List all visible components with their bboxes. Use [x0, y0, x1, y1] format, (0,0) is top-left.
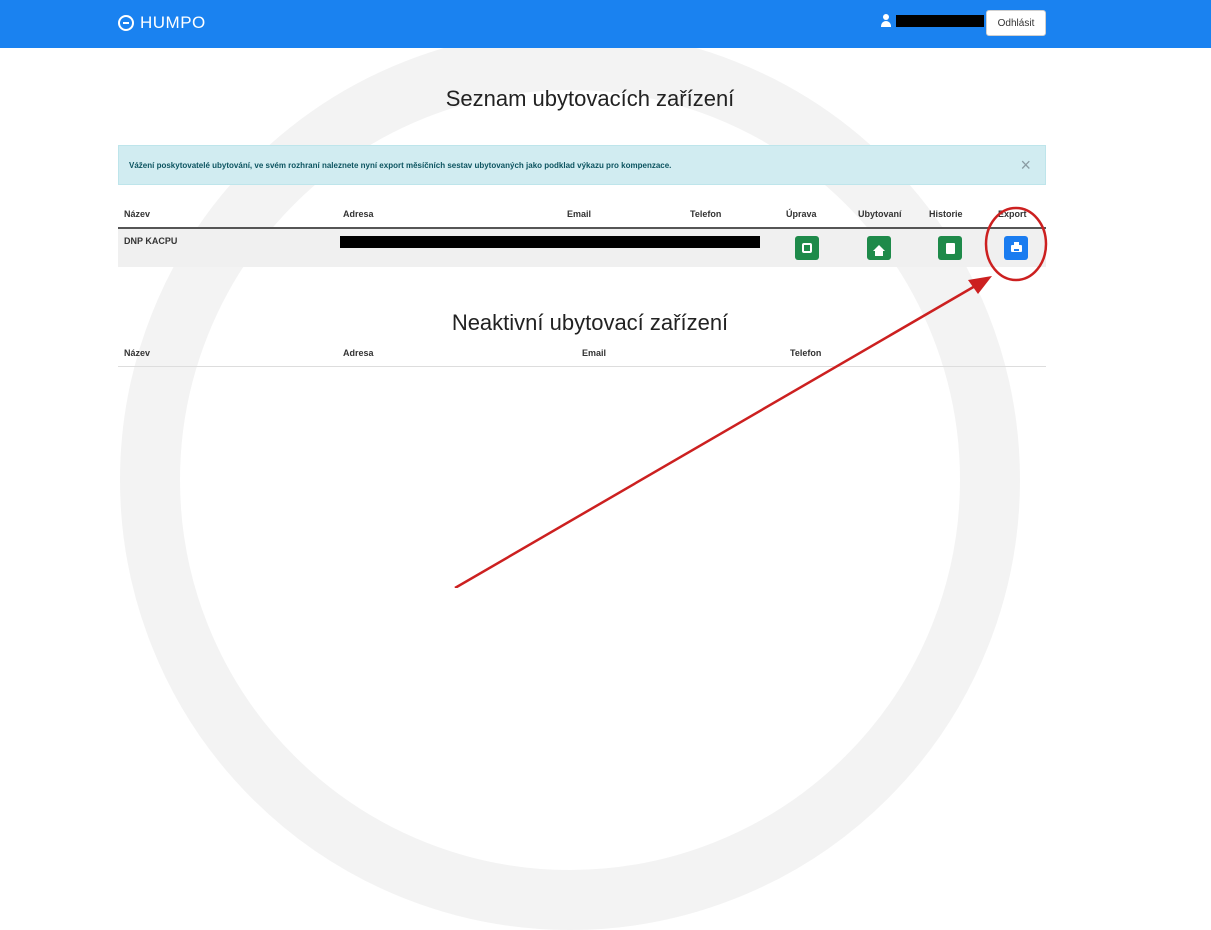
guests-button[interactable]: [867, 236, 891, 260]
close-icon[interactable]: ×: [1020, 155, 1031, 176]
table-row: [118, 229, 1046, 267]
book-icon: [945, 242, 955, 254]
history-button[interactable]: [938, 236, 962, 260]
inactive-column-header-phone: Telefon: [790, 348, 822, 358]
column-header-export: Export: [998, 209, 1027, 219]
inactive-column-header-name: Název: [124, 348, 151, 358]
column-header-name: Název: [124, 209, 151, 219]
column-header-guests: Ubytovaní: [858, 209, 902, 219]
info-alert: Vážení poskytovatelé ubytování, ve svém …: [118, 145, 1046, 185]
edit-button[interactable]: [795, 236, 819, 260]
facility-name: DNP KACPU: [124, 236, 178, 246]
column-header-address: Adresa: [343, 209, 374, 219]
page-title: Seznam ubytovacích zařízení: [445, 86, 735, 111]
column-header-edit: Úprava: [786, 209, 817, 219]
inactive-section-title: Neaktivní ubytovací zařízení: [451, 310, 729, 335]
brand-name: HUMPO: [140, 13, 206, 32]
top-navbar: HUMPO Odhlásit: [0, 0, 1211, 48]
column-header-email: Email: [567, 209, 592, 219]
logout-button[interactable]: Odhlásit: [986, 10, 1046, 36]
user-info: [880, 14, 984, 28]
column-header-phone: Telefon: [690, 209, 722, 219]
inactive-table-divider: [118, 366, 1046, 367]
address-email-phone-redacted: [340, 236, 760, 248]
edit-icon: [802, 243, 812, 253]
print-icon: [1010, 241, 1022, 252]
inactive-column-header-email: Email: [582, 348, 607, 358]
export-button[interactable]: [1004, 236, 1028, 260]
humpo-logo-icon: [118, 15, 134, 31]
user-name-redacted: [896, 15, 984, 27]
user-icon: [880, 14, 892, 28]
home-icon: [873, 245, 885, 256]
inactive-column-header-address: Adresa: [343, 348, 374, 358]
column-header-history: Historie: [929, 209, 963, 219]
brand[interactable]: HUMPO: [118, 13, 206, 33]
alert-text: Vážení poskytovatelé ubytování, ve svém …: [129, 160, 672, 170]
